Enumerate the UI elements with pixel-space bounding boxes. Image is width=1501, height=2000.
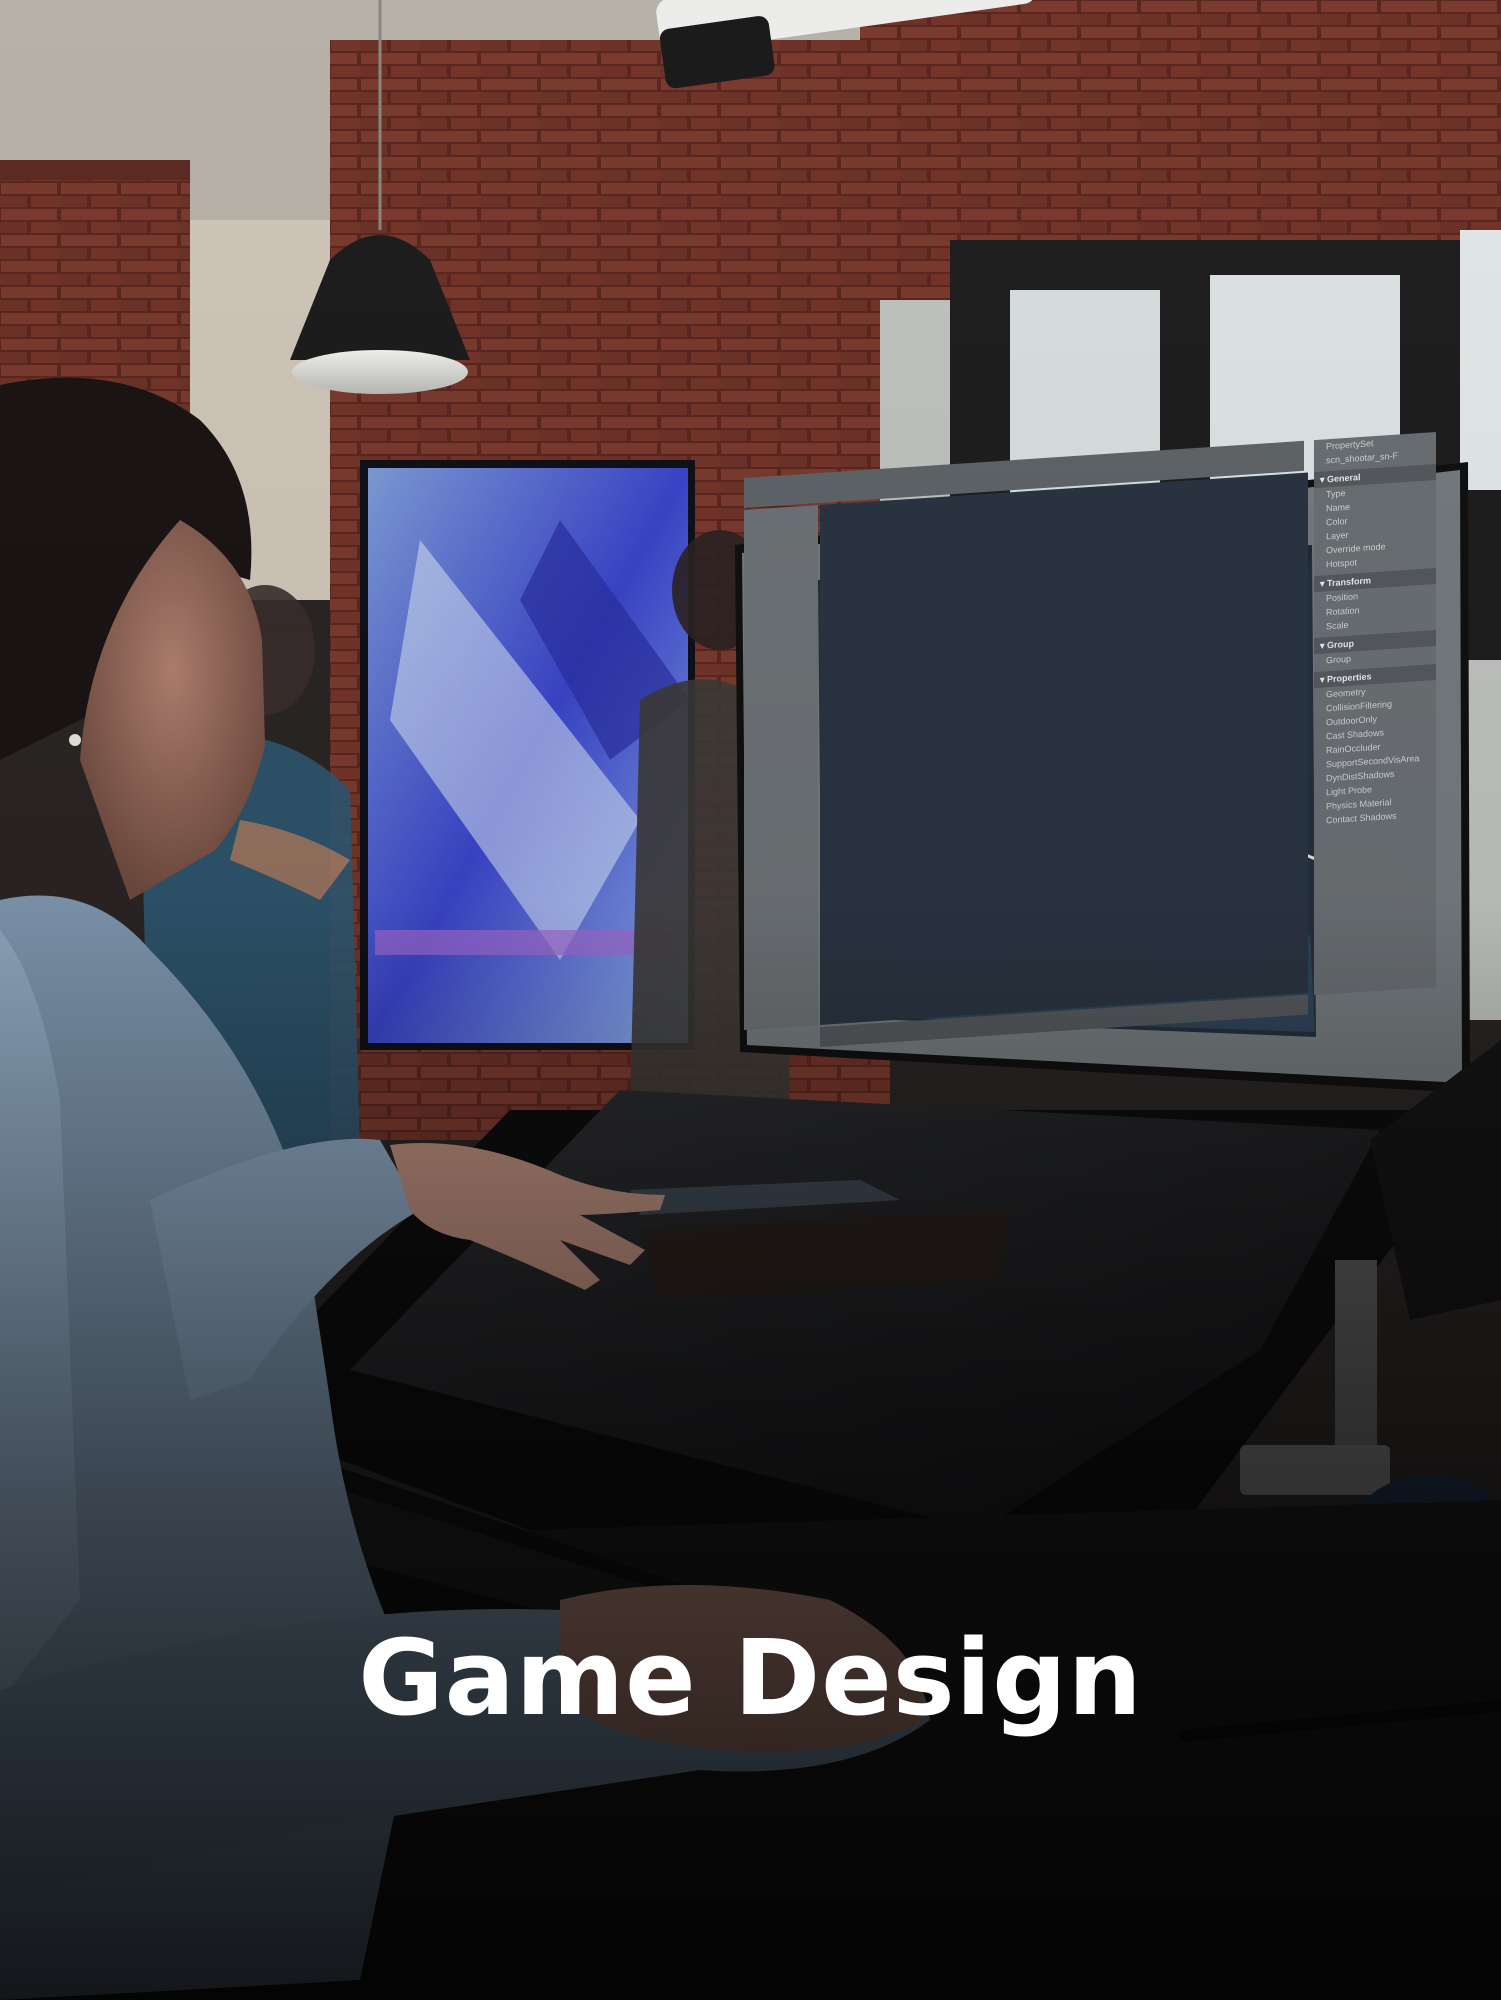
editor-properties-panel: PropertySet scn_shootar_sn-F General Typ… <box>1314 432 1436 996</box>
monitor-editor-ui: PropertySet scn_shootar_sn-F General Typ… <box>744 432 1444 1053</box>
editor-outliner <box>744 505 818 1030</box>
editor-viewport <box>820 472 1308 1025</box>
page-title: Game Design <box>358 1617 1143 1739</box>
